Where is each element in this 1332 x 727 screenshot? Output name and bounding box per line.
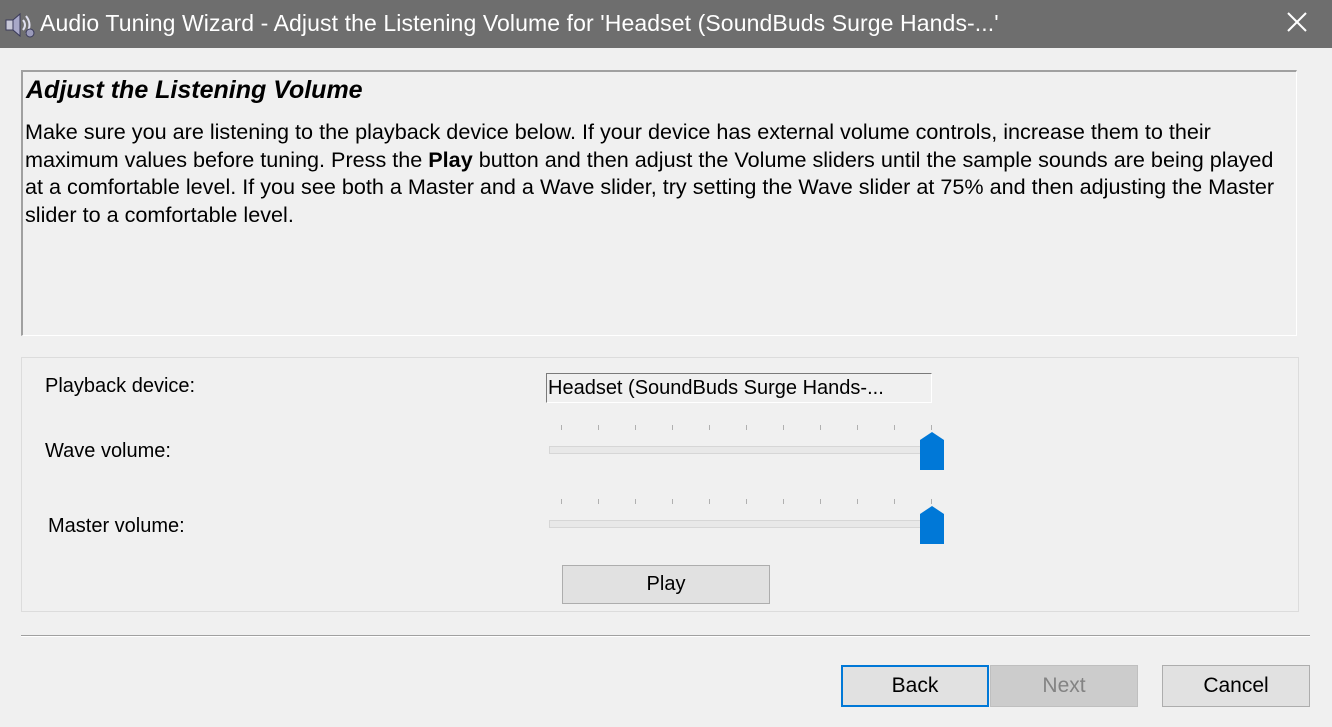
wave-volume-label: Wave volume: [45,440,171,462]
instructions-text-play-emphasis: Play [428,146,473,172]
play-button[interactable]: Play [562,565,770,604]
next-button[interactable]: Next [990,665,1138,707]
page-heading: Adjust the Listening Volume [26,76,363,104]
wave-volume-slider[interactable] [549,425,944,471]
footer-divider [21,635,1310,637]
master-volume-ticks [549,499,944,505]
close-icon [1286,11,1308,38]
playback-device-field: Headset (SoundBuds Surge Hands-... [546,373,932,403]
instructions-text: Make sure you are listening to the playb… [25,118,1297,228]
master-volume-label: Master volume: [48,515,185,537]
wave-volume-track[interactable] [549,446,933,454]
wave-volume-thumb[interactable] [920,432,944,470]
close-button[interactable] [1262,0,1332,48]
speaker-icon [4,9,36,41]
window-title: Audio Tuning Wizard - Adjust the Listeni… [40,10,999,36]
master-volume-thumb[interactable] [920,506,944,544]
back-button[interactable]: Back [841,665,989,707]
instructions-panel: Adjust the Listening Volume Make sure yo… [21,70,1297,336]
playback-device-label: Playback device: [45,375,196,397]
master-volume-track[interactable] [549,520,933,528]
cancel-button[interactable]: Cancel [1162,665,1310,707]
master-volume-slider[interactable] [549,499,944,545]
wave-volume-ticks [549,425,944,431]
title-bar: Audio Tuning Wizard - Adjust the Listeni… [0,0,1332,48]
